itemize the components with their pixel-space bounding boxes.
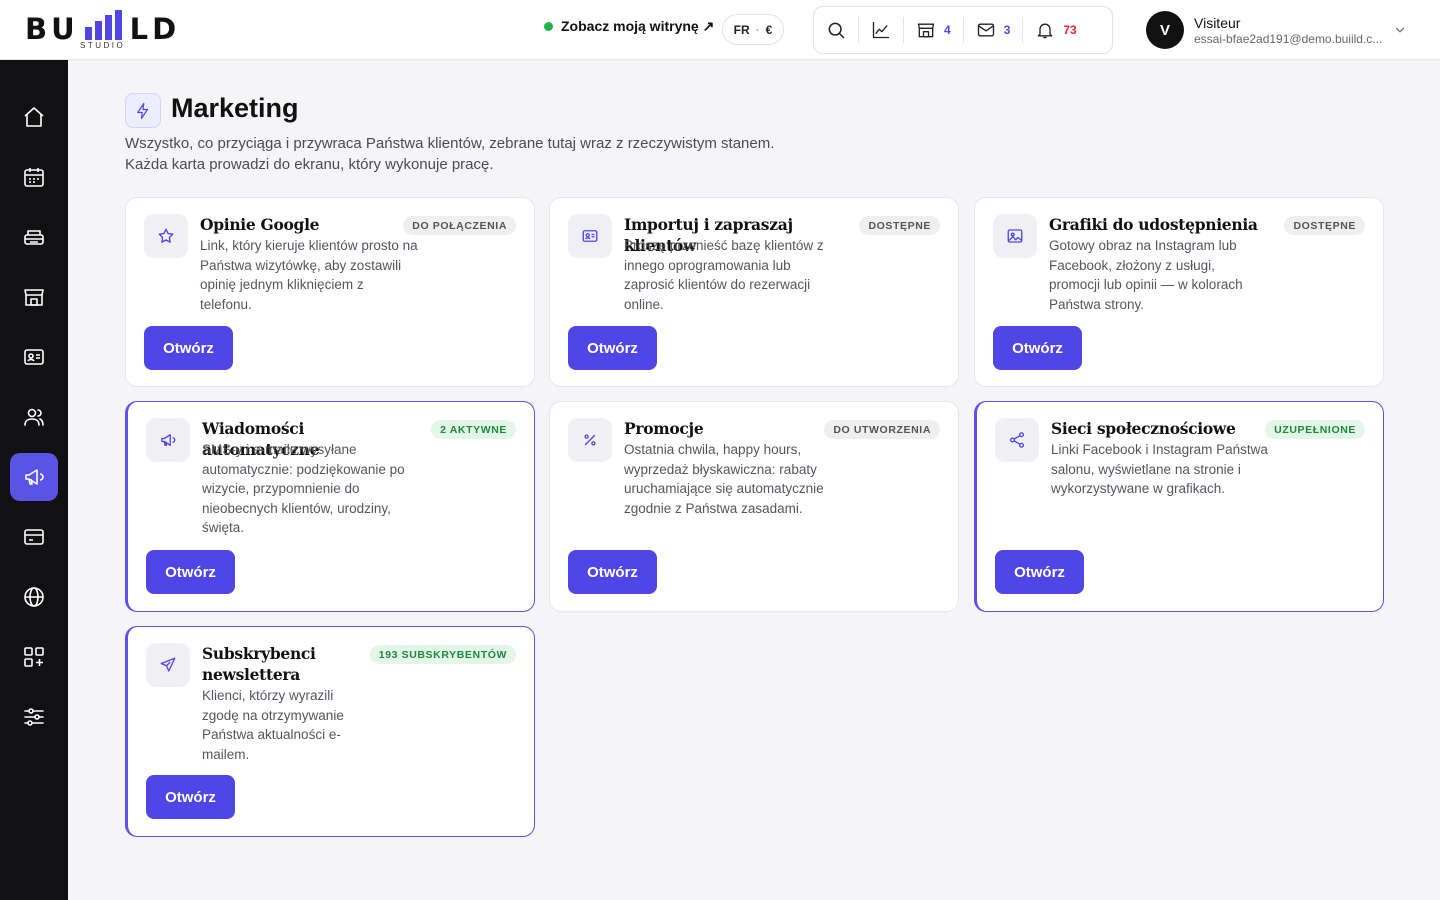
status-badge: 2 AKTYWNE [431, 420, 516, 439]
credit-card-icon [24, 529, 44, 545]
sidebar-item-contacts[interactable] [10, 333, 58, 381]
open-button[interactable]: Otwórz [568, 326, 657, 370]
globe-icon [24, 587, 44, 607]
sliders-icon [24, 708, 44, 726]
id-card-icon [24, 349, 44, 365]
chevron-down-icon [1395, 27, 1405, 33]
calendar-icon [24, 168, 44, 187]
currency-label: € [765, 22, 773, 37]
card-automatic-messages: Wiadomości automatyczne 2 AKTYWNE SMS-y … [125, 401, 535, 612]
card-google-reviews: Opinie Google DO POŁĄCZENIA Link, który … [125, 197, 535, 387]
store-icon [24, 289, 44, 306]
megaphone-icon [25, 469, 44, 485]
card-share-graphics: Grafiki do udostępnienia DOSTĘPNE Gotowy… [974, 197, 1384, 387]
search-button[interactable] [814, 17, 858, 43]
tray-icon [24, 230, 44, 245]
card-description: Link, który kieruje klientów prosto na P… [200, 238, 418, 312]
card-description: Proszę przenieść bazę klientów z innego … [624, 238, 824, 312]
page-description: Wszystko, co przyciąga i przywraca Państ… [125, 135, 775, 173]
analytics-button[interactable] [858, 17, 903, 43]
page-icon [125, 93, 161, 128]
percent-icon [584, 434, 596, 446]
send-icon [160, 657, 176, 672]
card-title: Grafiki do udostępnienia [1049, 215, 1258, 234]
grid-plus-icon [24, 647, 44, 667]
avatar: V [1146, 11, 1184, 49]
sidebar-item-clients[interactable] [10, 393, 58, 441]
card-description: SMS-y i e-maile wysyłane automatycznie: … [202, 442, 405, 536]
open-button[interactable]: Otwórz [146, 775, 235, 819]
card-title: Sieci społecznościowe [1051, 419, 1236, 438]
sidebar-item-store[interactable] [10, 273, 58, 321]
store-icon [917, 23, 935, 38]
open-button[interactable]: Otwórz [993, 326, 1082, 370]
card-description: Gotowy obraz na Instagram lub Facebook, … [1049, 238, 1243, 312]
chart-line-icon [872, 21, 890, 39]
language-currency-selector[interactable]: FR · € [722, 14, 784, 45]
status-badge: DO POŁĄCZENIA [403, 216, 516, 235]
user-menu[interactable]: V Visiteur essai-bfae2ad191@demo.buiild.… [1146, 11, 1405, 49]
shops-count: 4 [944, 23, 951, 37]
mail-icon [977, 23, 994, 37]
megaphone-icon [161, 434, 176, 446]
open-button[interactable]: Otwórz [568, 550, 657, 594]
sidebar-item-settings[interactable] [10, 693, 58, 741]
view-site-link[interactable]: Zobacz moją witrynę ↗ [544, 18, 714, 35]
top-header: BU LD STUDIO Zobacz moją witrynę ↗ FR · €… [0, 0, 1440, 60]
card-title: Subskrybenci newslettera [202, 644, 316, 684]
logo-subtitle: STUDIO [80, 41, 126, 50]
users-icon [24, 408, 44, 426]
language-label: FR [733, 22, 750, 37]
open-button[interactable]: Otwórz [144, 326, 233, 370]
messages-button[interactable]: 3 [962, 17, 1023, 43]
user-name: Visiteur [1194, 14, 1241, 31]
status-badge: DOSTĘPNE [1284, 216, 1365, 235]
notifications-button[interactable]: 73 [1022, 17, 1088, 43]
sidebar-item-home[interactable] [10, 93, 58, 141]
status-badge: DOSTĘPNE [859, 216, 940, 235]
home-icon [24, 107, 44, 127]
logo-bars-icon [85, 10, 122, 40]
logo-text-right: LD [129, 12, 181, 46]
status-badge: 193 SUBSKRYBENTÓW [369, 645, 516, 664]
open-button[interactable]: Otwórz [146, 550, 235, 594]
card-newsletter-subscribers: Subskrybenci newslettera 193 SUBSKRYBENT… [125, 626, 535, 837]
id-card-icon [582, 230, 598, 242]
sidebar-item-marketing[interactable] [10, 453, 58, 501]
status-badge: UZUPEŁNIONE [1265, 420, 1365, 439]
logo[interactable]: BU LD STUDIO [25, 8, 185, 52]
page-title: Marketing [171, 93, 299, 123]
view-site-label: Zobacz moją witrynę ↗ [561, 18, 715, 34]
image-icon [1007, 229, 1023, 243]
card-promotions: Promocje DO UTWORZENIA Ostatnia chwila, … [549, 401, 959, 612]
card-description: Linki Facebook i Instagram Państwa salon… [1051, 442, 1268, 497]
status-dot [544, 22, 553, 31]
sidebar-item-apps[interactable] [10, 633, 58, 681]
sidebar [0, 60, 68, 900]
user-email: essai-bfae2ad191@demo.buiild.c... [1194, 31, 1383, 46]
separator-dot: · [755, 22, 760, 37]
search-icon [828, 22, 845, 39]
card-description: Klienci, którzy wyrazili zgodę na otrzym… [202, 688, 344, 762]
star-icon [158, 228, 174, 243]
card-import-clients: Importuj i zapraszaj klientów DOSTĘPNE P… [549, 197, 959, 387]
sidebar-item-website[interactable] [10, 573, 58, 621]
share-icon [1009, 432, 1025, 448]
sidebar-item-calendar[interactable] [10, 153, 58, 201]
card-social-networks: Sieci społecznościowe UZUPEŁNIONE Linki … [974, 401, 1384, 612]
sidebar-item-payments[interactable] [10, 513, 58, 561]
status-badge: DO UTWORZENIA [824, 420, 940, 439]
bell-icon [1038, 23, 1053, 39]
open-button[interactable]: Otwórz [995, 550, 1084, 594]
header-toolbar: 4 3 73 [813, 6, 1113, 54]
shops-button[interactable]: 4 [903, 17, 963, 43]
card-description: Ostatnia chwila, happy hours, wyprzedaż … [624, 442, 824, 516]
sidebar-item-services[interactable] [10, 213, 58, 261]
lightning-icon [137, 102, 149, 119]
notifications-count: 73 [1063, 23, 1077, 37]
card-title: Opinie Google [200, 215, 320, 234]
messages-count: 3 [1003, 23, 1011, 37]
card-title: Promocje [624, 419, 704, 438]
logo-text-left: BU [25, 12, 79, 46]
